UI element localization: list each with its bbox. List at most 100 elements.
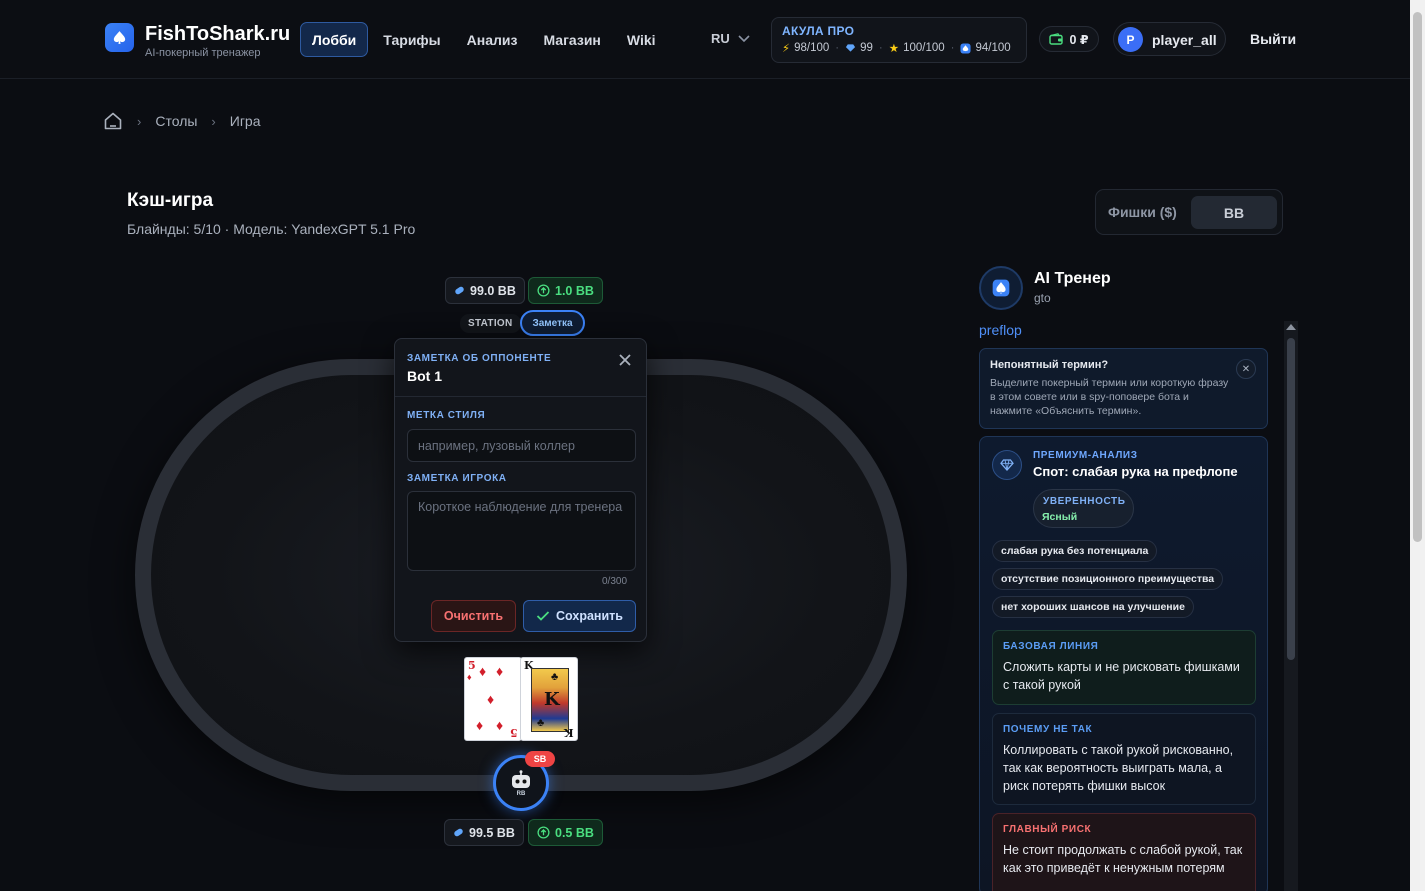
arrow-up-circle-icon [537, 284, 550, 297]
diamond-suit-icon: ♦ [496, 663, 504, 679]
opponent-note-button[interactable]: Заметка [520, 310, 585, 336]
opponent-note-popup: ЗАМЕТКА ОБ ОППОНЕНТЕ Bot 1 МЕТКА СТИЛЯ З… [394, 338, 647, 642]
diamond-icon [846, 44, 856, 52]
divider [395, 396, 646, 397]
club-suit-icon: ♣ [537, 717, 545, 729]
why-not-section: ПОЧЕМУ НЕ ТАК Коллировать с такой рукой … [992, 713, 1256, 805]
hero-avatar-label: RB [517, 791, 526, 796]
confidence-badge: УВЕРЕННОСТЬ Ясный [1033, 489, 1134, 528]
hint-title: Непонятный термин? [990, 359, 1109, 371]
toggle-bb[interactable]: BB [1191, 196, 1277, 229]
toggle-chips[interactable]: Фишки ($) [1108, 204, 1177, 220]
save-button[interactable]: Сохранить [523, 600, 636, 632]
hero-card-1: 5 ♦ ♦ ♦ ♦ ♦ ♦ 5 [464, 657, 522, 741]
premium-analysis-card: ПРЕМИУМ-АНАЛИЗ Спот: слабая рука на преф… [979, 436, 1268, 891]
main-risk-label: ГЛАВНЫЙ РИСК [1003, 824, 1092, 835]
save-button-label: Сохранить [556, 609, 623, 623]
player-note-textarea[interactable] [407, 491, 636, 571]
scroll-up-icon[interactable] [1286, 324, 1296, 330]
coach-scrollbar-thumb[interactable] [1287, 338, 1295, 660]
page-scrollbar-thumb[interactable] [1413, 12, 1422, 542]
opponent-stack: 99.0 BB [445, 277, 525, 304]
home-icon[interactable] [103, 111, 123, 131]
game-info: Блайнды: 5/10 · Модель: YandexGPT 5.1 Pr… [127, 221, 416, 237]
popup-title: Bot 1 [407, 368, 442, 384]
hero-bet: 0.5 BB [528, 819, 603, 846]
brand-tagline: AI-покерный тренажер [145, 47, 261, 59]
shark-badge-icon [960, 42, 972, 54]
plan-status[interactable]: АКУЛА ПРО ⚡ 98/100 · 99 · ★ 100/100 · 94… [771, 17, 1027, 63]
brand-logo-icon[interactable] [105, 23, 134, 52]
confidence-value: Ясный [1042, 511, 1078, 523]
club-suit-icon: ♣ [551, 671, 559, 683]
user-menu[interactable]: P player_all [1113, 22, 1226, 56]
baseline-section: БАЗОВАЯ ЛИНИЯ Сложить карты и не рискова… [992, 630, 1256, 705]
style-tag-label: МЕТКА СТИЛЯ [407, 410, 486, 421]
coach-avatar [979, 266, 1023, 310]
chip-icon [455, 286, 464, 295]
chevron-right-icon: › [137, 113, 142, 129]
why-not-text: Коллировать с такой рукой рискованно, та… [1003, 743, 1234, 793]
wallet-amount: 0 ₽ [1069, 32, 1089, 47]
opponent-style-tag: STATION [460, 314, 521, 333]
close-icon[interactable] [617, 352, 633, 368]
chip-icon [454, 828, 463, 837]
opponent-stack-value: 99.0 BB [470, 283, 516, 298]
units-toggle: Фишки ($) BB [1095, 189, 1283, 235]
diamond-icon [992, 450, 1022, 480]
chevron-right-icon: › [211, 113, 216, 129]
confidence-label: УВЕРЕННОСТЬ [1043, 496, 1126, 507]
card-rank: K [564, 726, 574, 739]
logout-button[interactable]: Выйти [1250, 31, 1296, 47]
baseline-label: БАЗОВАЯ ЛИНИЯ [1003, 641, 1099, 652]
chevron-down-icon [738, 34, 750, 42]
clear-button[interactable]: Очистить [431, 600, 516, 632]
card-rank: 5 [510, 726, 518, 739]
hero-stack-value: 99.5 BB [469, 825, 515, 840]
breadcrumb-game: Игра [229, 113, 261, 129]
lightning-icon: ⚡ [782, 43, 791, 55]
analysis-tag: нет хороших шансов на улучшение [992, 596, 1194, 618]
premium-kicker: ПРЕМИУМ-АНАЛИЗ [1033, 450, 1138, 461]
nav-wiki[interactable]: Wiki [616, 22, 667, 57]
page-title: Кэш-игра [127, 190, 214, 211]
language-select[interactable]: RU [711, 31, 750, 46]
avatar: P [1118, 27, 1143, 52]
plan-stat-gems: 99 [860, 42, 873, 54]
term-hint-card: Непонятный термин? Выделите покерный тер… [979, 348, 1268, 429]
player-note-label: ЗАМЕТКА ИГРОКА [407, 473, 507, 484]
main-nav: Лобби Тарифы Анализ Магазин Wiki [300, 22, 671, 57]
coach-title: AI Тренер [1034, 270, 1111, 287]
position-badge: SB [525, 751, 555, 767]
shark-logo-icon [992, 279, 1010, 297]
premium-title: Спот: слабая рука на префлопе [1033, 464, 1238, 479]
why-not-label: ПОЧЕМУ НЕ ТАК [1003, 724, 1093, 735]
check-icon [536, 611, 550, 621]
popup-kicker: ЗАМЕТКА ОБ ОППОНЕНТЕ [407, 353, 552, 364]
diamond-suit-icon: ♦ [479, 663, 487, 679]
hero-bet-value: 0.5 BB [555, 825, 594, 840]
plan-stat-energy: 98/100 [794, 42, 830, 54]
breadcrumb-tables[interactable]: Столы [155, 113, 197, 129]
username: player_all [1152, 32, 1217, 48]
style-tag-input[interactable] [407, 429, 636, 462]
brand-name[interactable]: FishToShark.ru [145, 23, 290, 46]
close-icon[interactable]: ✕ [1236, 359, 1256, 379]
breadcrumb: › Столы › Игра [103, 111, 261, 131]
nav-lobby[interactable]: Лобби [300, 22, 369, 57]
nav-pricing[interactable]: Тарифы [372, 22, 451, 57]
hero-card-2: K ♣ ♣ K [520, 657, 578, 741]
street-label: preflop [979, 322, 1022, 338]
top-header: FishToShark.ru AI-покерный тренажер Лобб… [0, 0, 1410, 79]
main-risk-text: Не стоит продолжать с слабой рукой, так … [1003, 843, 1243, 875]
wallet-balance[interactable]: 0 ₽ [1039, 26, 1099, 52]
nav-shop[interactable]: Магазин [532, 22, 611, 57]
hero-stack: 99.5 BB [444, 819, 524, 846]
opponent-bet-value: 1.0 BB [555, 283, 594, 298]
language-value: RU [711, 31, 730, 46]
hint-text: Выделите покерный термин или короткую фр… [990, 377, 1229, 417]
nav-analysis[interactable]: Анализ [456, 22, 529, 57]
diamond-suit-icon: ♦ [487, 691, 495, 707]
analysis-tag: слабая рука без потенциала [992, 540, 1158, 562]
star-icon: ★ [888, 43, 900, 55]
